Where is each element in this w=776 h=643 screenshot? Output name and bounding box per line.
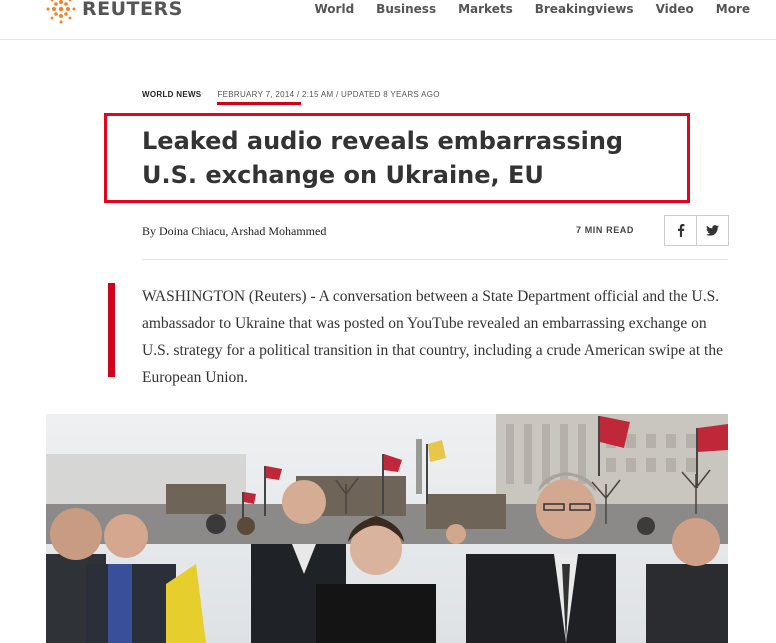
byline-prefix: By	[142, 224, 160, 238]
facebook-icon	[677, 224, 684, 237]
time-updated: / 2:15 AM / UPDATED 8 YEARS AGO	[294, 90, 440, 99]
article-date: FEBRUARY 7, 2014	[217, 90, 302, 105]
date-text: FEBRUARY 7, 2014	[217, 90, 295, 99]
site-header: REUTERS World Business Markets Breakingv…	[0, 0, 776, 40]
read-time: 7 MIN READ	[576, 225, 635, 235]
byline: By Doina Chiacu, Arshad Mohammed	[142, 224, 326, 239]
nav-breakingviews[interactable]: Breakingviews	[535, 2, 634, 16]
lead-accent-bar	[108, 283, 115, 377]
nav-markets[interactable]: Markets	[458, 2, 513, 16]
twitter-share-button[interactable]	[697, 215, 729, 246]
facebook-share-button[interactable]	[664, 215, 697, 246]
nav-video[interactable]: Video	[656, 2, 694, 16]
twitter-icon	[706, 225, 719, 236]
article-headline: Leaked audio reveals embarrassing U.S. e…	[142, 127, 624, 189]
article-meta: WORLD NEWS FEBRUARY 7, 2014 / 2:15 AM / …	[142, 90, 440, 105]
news-photo-image	[46, 414, 728, 643]
byline-divider	[142, 259, 728, 260]
logo-text: REUTERS	[82, 0, 183, 20]
nav-world[interactable]: World	[314, 2, 354, 16]
reuters-logo[interactable]: REUTERS	[46, 0, 183, 24]
section-link[interactable]: WORLD NEWS	[142, 90, 201, 99]
nav-more[interactable]: More	[716, 2, 750, 16]
main-nav: World Business Markets Breakingviews Vid…	[314, 2, 750, 16]
byline-authors[interactable]: Doina Chiacu, Arshad Mohammed	[159, 224, 326, 238]
share-buttons	[664, 215, 729, 246]
article-lead-paragraph: WASHINGTON (Reuters) - A conversation be…	[142, 288, 723, 386]
reuters-dots-icon	[46, 0, 76, 24]
date-underline	[217, 102, 302, 105]
article-photo[interactable]	[46, 414, 728, 643]
nav-business[interactable]: Business	[376, 2, 436, 16]
